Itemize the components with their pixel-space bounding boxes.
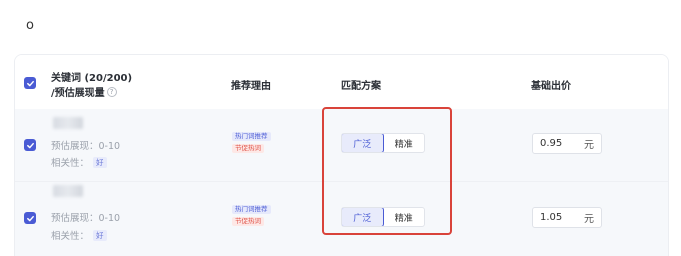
relevance: 相关性： 好 — [51, 228, 107, 242]
header-match: 匹配方案 — [341, 81, 381, 92]
relevance-badge: 好 — [93, 229, 107, 241]
match-broad-button[interactable]: 广泛 — [342, 208, 384, 226]
bid-value: 0.95 — [540, 138, 563, 149]
header-keyword: 关键词 (20/200) — [51, 73, 133, 84]
relevance: 相关性： 好 — [51, 155, 107, 169]
table-row: 预估展现：0-10 相关性： 好 热门词推荐 节促热词 广泛 精准 0.95 元 — [15, 109, 668, 182]
header-estimate-label: /预估展现量 — [51, 88, 105, 99]
keyword-table: 关键词 (20/200) /预估展现量 ? 推荐理由 匹配方案 基础出价 预估展… — [14, 54, 669, 256]
table-row: 预估展现：0-10 相关性： 好 热门词推荐 节促热词 广泛 精准 1.05 元 — [15, 182, 668, 256]
match-broad-button[interactable]: 广泛 — [342, 134, 384, 152]
bid-value: 1.05 — [540, 212, 563, 223]
relevance-badge: 好 — [93, 156, 107, 168]
reason-tag-season: 节促热词 — [232, 217, 264, 226]
page: o 关键词 (20/200) /预估展现量 ? 推荐理由 匹配方案 基础出价 预… — [0, 0, 681, 256]
estimate-text: 预估展现：0-10 — [51, 141, 121, 152]
bid-input[interactable]: 1.05 元 — [532, 207, 602, 228]
reason-tag-hot: 热门词推荐 — [232, 132, 271, 141]
check-icon — [26, 215, 34, 221]
bid-unit: 元 — [584, 214, 594, 225]
select-all-checkbox[interactable] — [24, 77, 36, 89]
header-bid: 基础出价 — [531, 81, 571, 92]
match-toggle: 广泛 精准 — [341, 133, 425, 153]
header-estimate: /预估展现量 ? — [51, 84, 117, 99]
row-checkbox[interactable] — [24, 212, 36, 224]
table-header: 关键词 (20/200) /预估展现量 ? 推荐理由 匹配方案 基础出价 — [15, 55, 668, 110]
relevance-label: 相关性： — [51, 231, 90, 242]
header-reason: 推荐理由 — [231, 81, 271, 92]
reason-tag-hot: 热门词推荐 — [232, 205, 271, 214]
keyword-blurred — [53, 117, 83, 129]
bid-input[interactable]: 0.95 元 — [532, 133, 602, 154]
check-icon — [26, 142, 34, 148]
match-toggle: 广泛 精准 — [341, 207, 425, 227]
keyword-blurred — [53, 185, 83, 197]
check-icon — [26, 80, 34, 86]
relevance-label: 相关性： — [51, 158, 90, 169]
match-exact-button[interactable]: 精准 — [384, 208, 425, 226]
bid-unit: 元 — [584, 140, 594, 151]
estimate-text: 预估展现：0-10 — [51, 213, 121, 224]
row-checkbox[interactable] — [24, 139, 36, 151]
help-icon[interactable]: ? — [106, 86, 117, 97]
match-exact-button[interactable]: 精准 — [384, 134, 425, 152]
reason-tag-season: 节促热词 — [232, 144, 264, 153]
stray-mark: o — [26, 18, 34, 33]
